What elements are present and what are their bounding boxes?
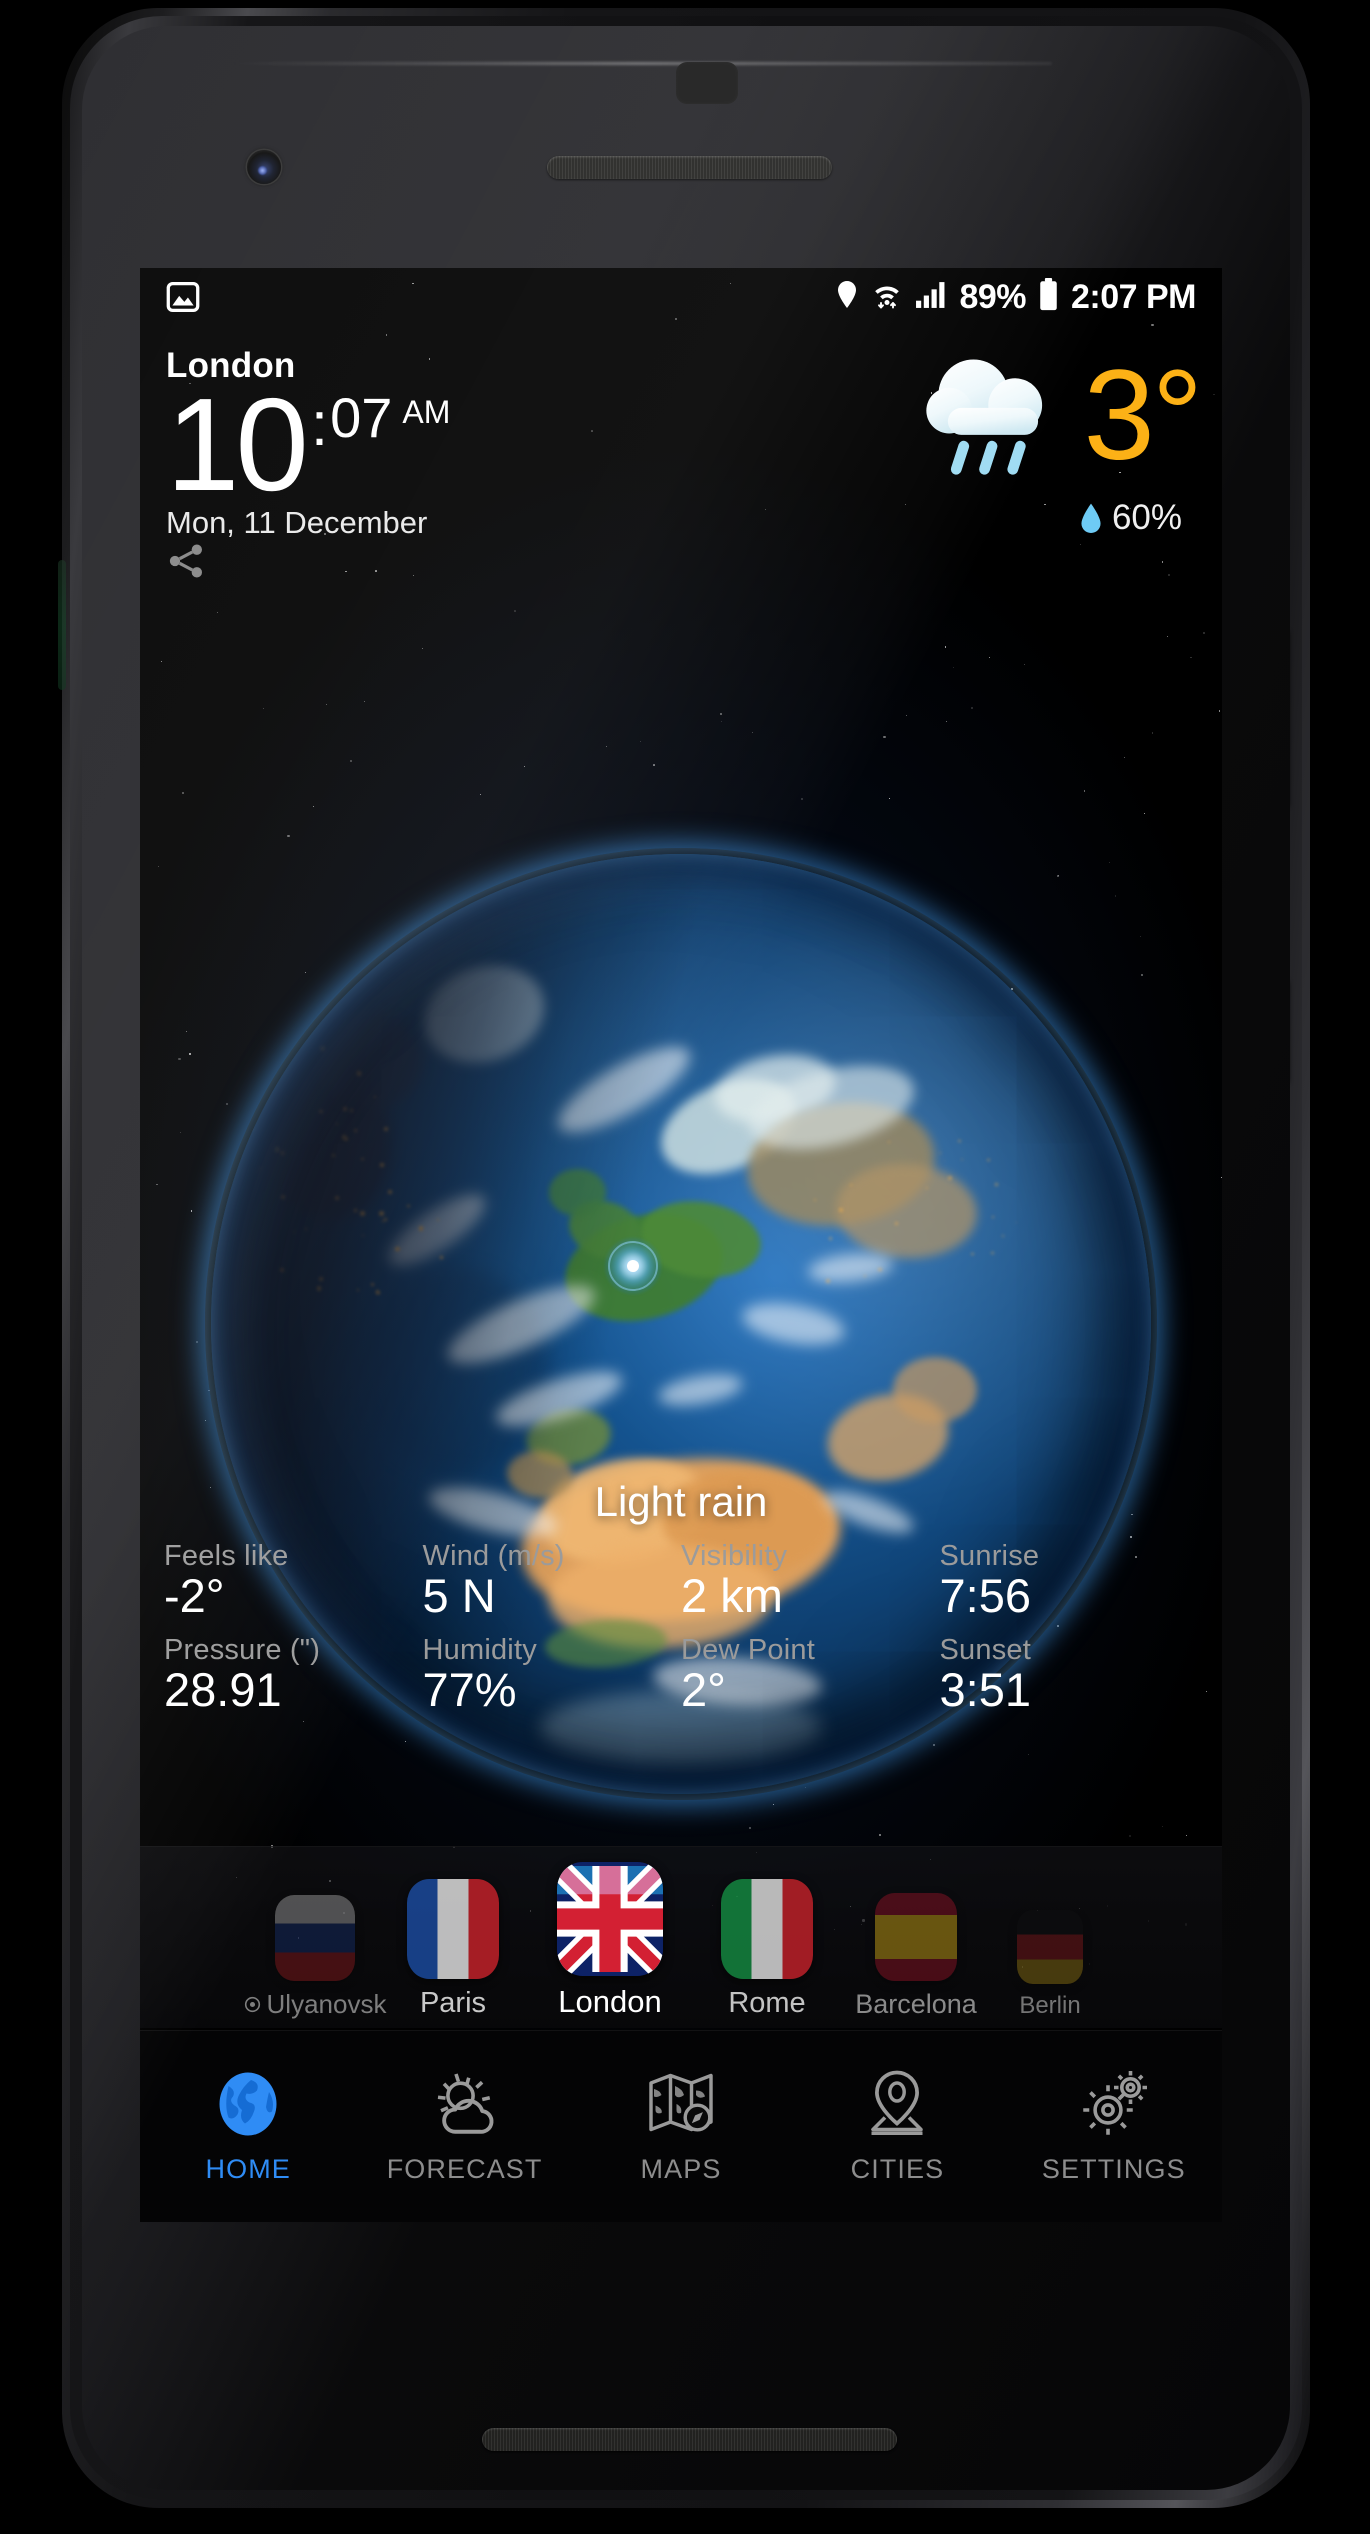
- header-right: 3° 60%: [914, 346, 1200, 538]
- nav-item-settings[interactable]: SETTINGS: [1006, 2068, 1222, 2185]
- nav-label: MAPS: [641, 2154, 722, 2185]
- marker-core: [627, 1260, 639, 1272]
- city-label: Berlin: [1019, 1992, 1080, 2020]
- battery-percent: 89%: [959, 278, 1026, 317]
- stat-feels-like: Feels like -2°: [164, 1540, 423, 1634]
- city-item-ulyanovsk[interactable]: Ulyanovsk: [252, 1847, 378, 2028]
- italy-flag: [721, 1879, 813, 1979]
- location-pin-icon: [835, 279, 859, 315]
- clock: 10 : 07 AM: [166, 382, 450, 509]
- system-time: 2:07 PM: [1071, 278, 1196, 317]
- stat-value: 77%: [423, 1665, 682, 1714]
- temperature-value: 3°: [1084, 364, 1200, 469]
- nav-label: HOME: [206, 2154, 291, 2185]
- city-label: Ulyanovsk: [244, 1989, 387, 2020]
- nav-item-home[interactable]: HOME: [140, 2068, 356, 2185]
- city-item-berlin[interactable]: Berlin: [990, 1847, 1110, 2028]
- stat-value: 3:51: [940, 1665, 1199, 1714]
- city-item-london[interactable]: London: [528, 1847, 692, 2028]
- nav-label: CITIES: [851, 2154, 945, 2185]
- weather-condition-label: Light rain: [140, 1478, 1222, 1526]
- rain-cloud-icon: [914, 346, 1076, 486]
- map-icon: [645, 2068, 717, 2140]
- stats-row-1: Feels like -2° Wind (m/s) 5 N Visibility…: [164, 1540, 1198, 1634]
- photo-icon[interactable]: [166, 282, 200, 312]
- map-pin-icon: [861, 2068, 933, 2140]
- clock-minutes: 07: [330, 390, 392, 446]
- nav-label: SETTINGS: [1042, 2154, 1186, 2185]
- clock-meridiem: AM: [402, 394, 450, 431]
- city-carousel[interactable]: Ulyanovsk Paris London Rome Barcelona Be…: [140, 1846, 1222, 2028]
- stat-value: 2 km: [681, 1571, 940, 1620]
- stat-value: 2°: [681, 1665, 940, 1714]
- gears-icon: [1078, 2068, 1150, 2140]
- germany-flag: [1017, 1910, 1083, 1984]
- stat-visibility: Visibility 2 km: [681, 1540, 940, 1634]
- stat-dew-point: Dew Point 2°: [681, 1634, 940, 1728]
- france-flag: [407, 1879, 499, 1979]
- bottom-navigation: HOME FORECAST MAPS CITIES SETTINGS: [140, 2030, 1222, 2222]
- sun-cloud-icon: [429, 2068, 501, 2140]
- stat-value: 7:56: [940, 1571, 1199, 1620]
- precipitation-value: 60%: [1112, 498, 1182, 538]
- current-date: Mon, 11 December: [166, 505, 450, 541]
- water-drop-icon: [1080, 503, 1102, 533]
- stat-value: 5 N: [423, 1571, 682, 1620]
- status-icons: 89% 2:07 PM: [835, 278, 1196, 317]
- nav-label: FORECAST: [387, 2154, 543, 2185]
- share-icon[interactable]: [166, 568, 206, 585]
- camera-lens-glint: [258, 166, 267, 175]
- stat-humidity: Humidity 77%: [423, 1634, 682, 1728]
- city-label: Barcelona: [855, 1989, 977, 2020]
- current-condition: 3°: [914, 346, 1200, 486]
- header-left: London 10 : 07 AM Mon, 11 December: [166, 346, 450, 586]
- glass-highlight: [232, 62, 1052, 65]
- wifi-icon: [872, 279, 902, 315]
- city-item-paris[interactable]: Paris: [378, 1847, 528, 2028]
- precipitation-row: 60%: [1080, 498, 1182, 538]
- stat-sunrise: Sunrise 7:56: [940, 1540, 1199, 1634]
- united-kingdom-flag: [557, 1862, 663, 1976]
- location-pulse-marker[interactable]: [627, 1260, 639, 1272]
- russia-flag: [275, 1895, 355, 1981]
- spain-flag: [875, 1893, 957, 1981]
- proximity-sensor: [676, 62, 738, 104]
- earpiece-speaker: [547, 156, 832, 179]
- gps-target-icon: [244, 1989, 261, 2020]
- signal-bars-icon: [915, 280, 946, 314]
- stats-row-2: Pressure (") 28.91 Humidity 77% Dew Poin…: [164, 1634, 1198, 1728]
- city-label: Paris: [420, 1987, 486, 2020]
- stat-sunset: Sunset 3:51: [940, 1634, 1199, 1728]
- stat-value: 28.91: [164, 1665, 423, 1714]
- status-bar: 89% 2:07 PM: [140, 268, 1222, 326]
- city-label: Rome: [728, 1987, 805, 2020]
- stat-wind: Wind (m/s) 5 N: [423, 1540, 682, 1634]
- stat-pressure: Pressure (") 28.91: [164, 1634, 423, 1728]
- left-side-accent: [58, 560, 66, 690]
- nav-item-cities[interactable]: CITIES: [789, 2068, 1005, 2185]
- battery-icon: [1039, 278, 1058, 316]
- bottom-speaker: [482, 2428, 897, 2451]
- phone-screen: 89% 2:07 PM London 10 : 07 AM Mon, 11 De…: [140, 268, 1222, 2222]
- city-item-barcelona[interactable]: Barcelona: [842, 1847, 990, 2028]
- screenshot-root: 89% 2:07 PM London 10 : 07 AM Mon, 11 De…: [0, 0, 1370, 2534]
- clock-hours: 10: [166, 382, 305, 509]
- stat-value: -2°: [164, 1571, 423, 1620]
- clock-separator: :: [311, 394, 328, 456]
- globe-icon: [212, 2068, 284, 2140]
- nav-item-forecast[interactable]: FORECAST: [356, 2068, 572, 2185]
- city-item-rome[interactable]: Rome: [692, 1847, 842, 2028]
- weather-stats-grid: Feels like -2° Wind (m/s) 5 N Visibility…: [140, 1540, 1222, 1729]
- nav-item-maps[interactable]: MAPS: [573, 2068, 789, 2185]
- city-label: London: [558, 1984, 661, 2020]
